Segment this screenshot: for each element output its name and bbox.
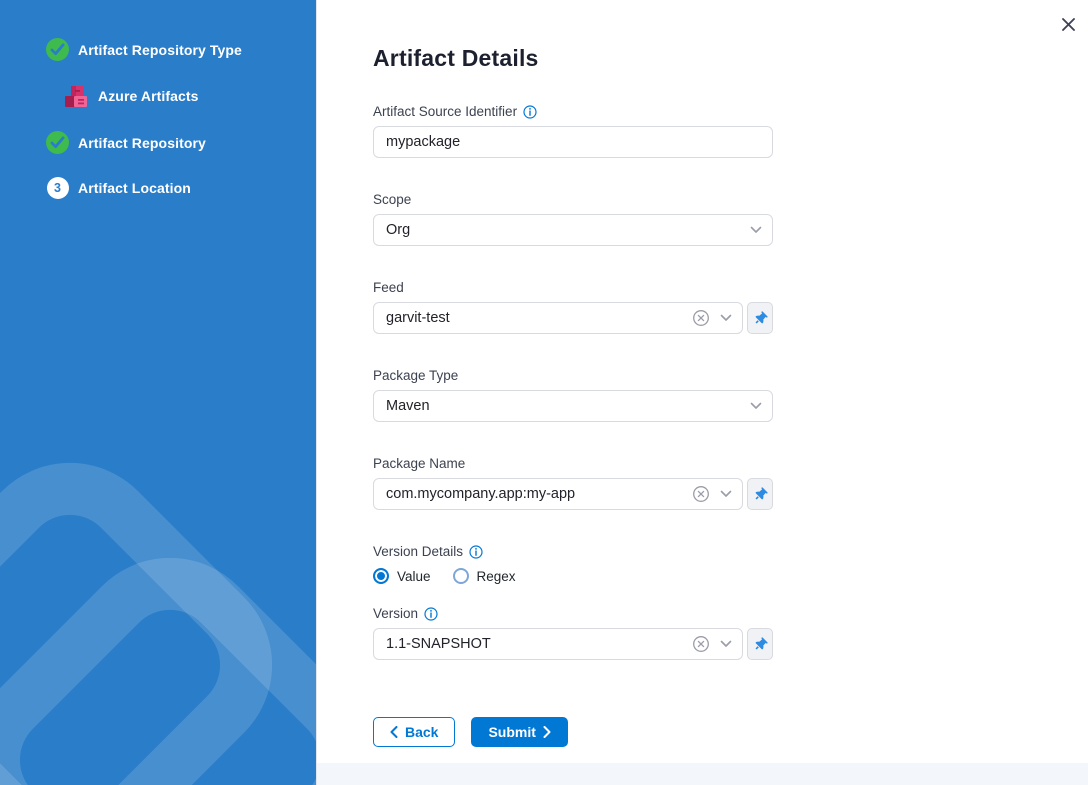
clear-icon[interactable] <box>692 635 710 653</box>
artifact-source-identifier-label: Artifact Source Identifier <box>373 104 517 119</box>
info-icon[interactable] <box>469 545 483 559</box>
feed-label: Feed <box>373 280 404 295</box>
version-details-label: Version Details <box>373 544 463 559</box>
chevron-right-icon <box>543 726 551 738</box>
info-icon[interactable] <box>424 607 438 621</box>
feed-value: garvit-test <box>386 310 692 326</box>
field-version-details: Version Details Value Regex <box>373 544 1088 584</box>
submit-button[interactable]: Submit <box>471 717 567 747</box>
info-icon[interactable] <box>523 105 537 119</box>
chevron-down-icon[interactable] <box>720 314 732 322</box>
azure-artifacts-icon <box>63 83 89 109</box>
pin-button[interactable] <box>747 628 773 660</box>
chevron-down-icon[interactable] <box>720 490 732 498</box>
version-details-radio-group: Value Regex <box>373 568 1088 584</box>
chevron-down-icon[interactable] <box>720 640 732 648</box>
step-artifact-location[interactable]: 3 Artifact Location <box>46 176 316 199</box>
step-label: Artifact Repository Type <box>78 42 242 58</box>
field-package-name: Package Name com.mycompany.app:my-app <box>373 456 1088 510</box>
artifact-source-identifier-input[interactable] <box>373 126 773 158</box>
radio-option-regex[interactable]: Regex <box>453 568 516 584</box>
field-package-type: Package Type Maven <box>373 368 1088 422</box>
page-background-strip <box>317 763 1088 785</box>
version-select[interactable]: 1.1-SNAPSHOT <box>373 628 743 660</box>
chevron-left-icon <box>390 726 398 738</box>
scope-label: Scope <box>373 192 411 207</box>
page-title: Artifact Details <box>373 44 1088 72</box>
feed-select[interactable]: garvit-test <box>373 302 743 334</box>
package-type-select[interactable]: Maven <box>373 390 773 422</box>
back-button[interactable]: Back <box>373 717 455 747</box>
step-artifact-repository-type[interactable]: Artifact Repository Type <box>46 38 316 61</box>
artifact-wizard-modal: Artifact Repository Type Azure Artifacts <box>0 0 1088 785</box>
version-label: Version <box>373 606 418 621</box>
close-icon[interactable] <box>1056 12 1080 36</box>
package-type-label: Package Type <box>373 368 458 383</box>
field-feed: Feed garvit-test <box>373 280 1088 334</box>
radio-selected-icon <box>373 568 389 584</box>
field-scope: Scope Org <box>373 192 1088 246</box>
substep-label: Azure Artifacts <box>98 88 199 104</box>
scope-value: Org <box>386 222 750 238</box>
clear-icon[interactable] <box>692 485 710 503</box>
package-name-value: com.mycompany.app:my-app <box>386 486 692 502</box>
field-version: Version 1.1-SNAPSHOT <box>373 606 1088 660</box>
wizard-steps: Artifact Repository Type Azure Artifacts <box>0 0 316 199</box>
radio-option-value[interactable]: Value <box>373 568 431 584</box>
step-complete-check-icon <box>46 131 69 154</box>
artifact-details-panel: Artifact Details Artifact Source Identif… <box>316 0 1088 785</box>
step-label: Artifact Repository <box>78 135 206 151</box>
wizard-sidebar: Artifact Repository Type Azure Artifacts <box>0 0 316 785</box>
step-artifact-repository[interactable]: Artifact Repository <box>46 131 316 154</box>
step-number-badge: 3 <box>46 176 69 199</box>
pin-button[interactable] <box>747 302 773 334</box>
version-value: 1.1-SNAPSHOT <box>386 636 692 652</box>
pin-button[interactable] <box>747 478 773 510</box>
scope-select[interactable]: Org <box>373 214 773 246</box>
field-artifact-source-identifier: Artifact Source Identifier <box>373 104 1088 158</box>
wizard-footer-buttons: Back Submit <box>373 717 1088 747</box>
chevron-down-icon <box>750 402 762 410</box>
step-label: Artifact Location <box>78 180 191 196</box>
radio-unselected-icon <box>453 568 469 584</box>
clear-icon[interactable] <box>692 309 710 327</box>
package-type-value: Maven <box>386 398 750 414</box>
chevron-down-icon <box>750 226 762 234</box>
step-complete-check-icon <box>46 38 69 61</box>
substep-azure-artifacts[interactable]: Azure Artifacts <box>63 83 316 109</box>
package-name-select[interactable]: com.mycompany.app:my-app <box>373 478 743 510</box>
package-name-label: Package Name <box>373 456 465 471</box>
